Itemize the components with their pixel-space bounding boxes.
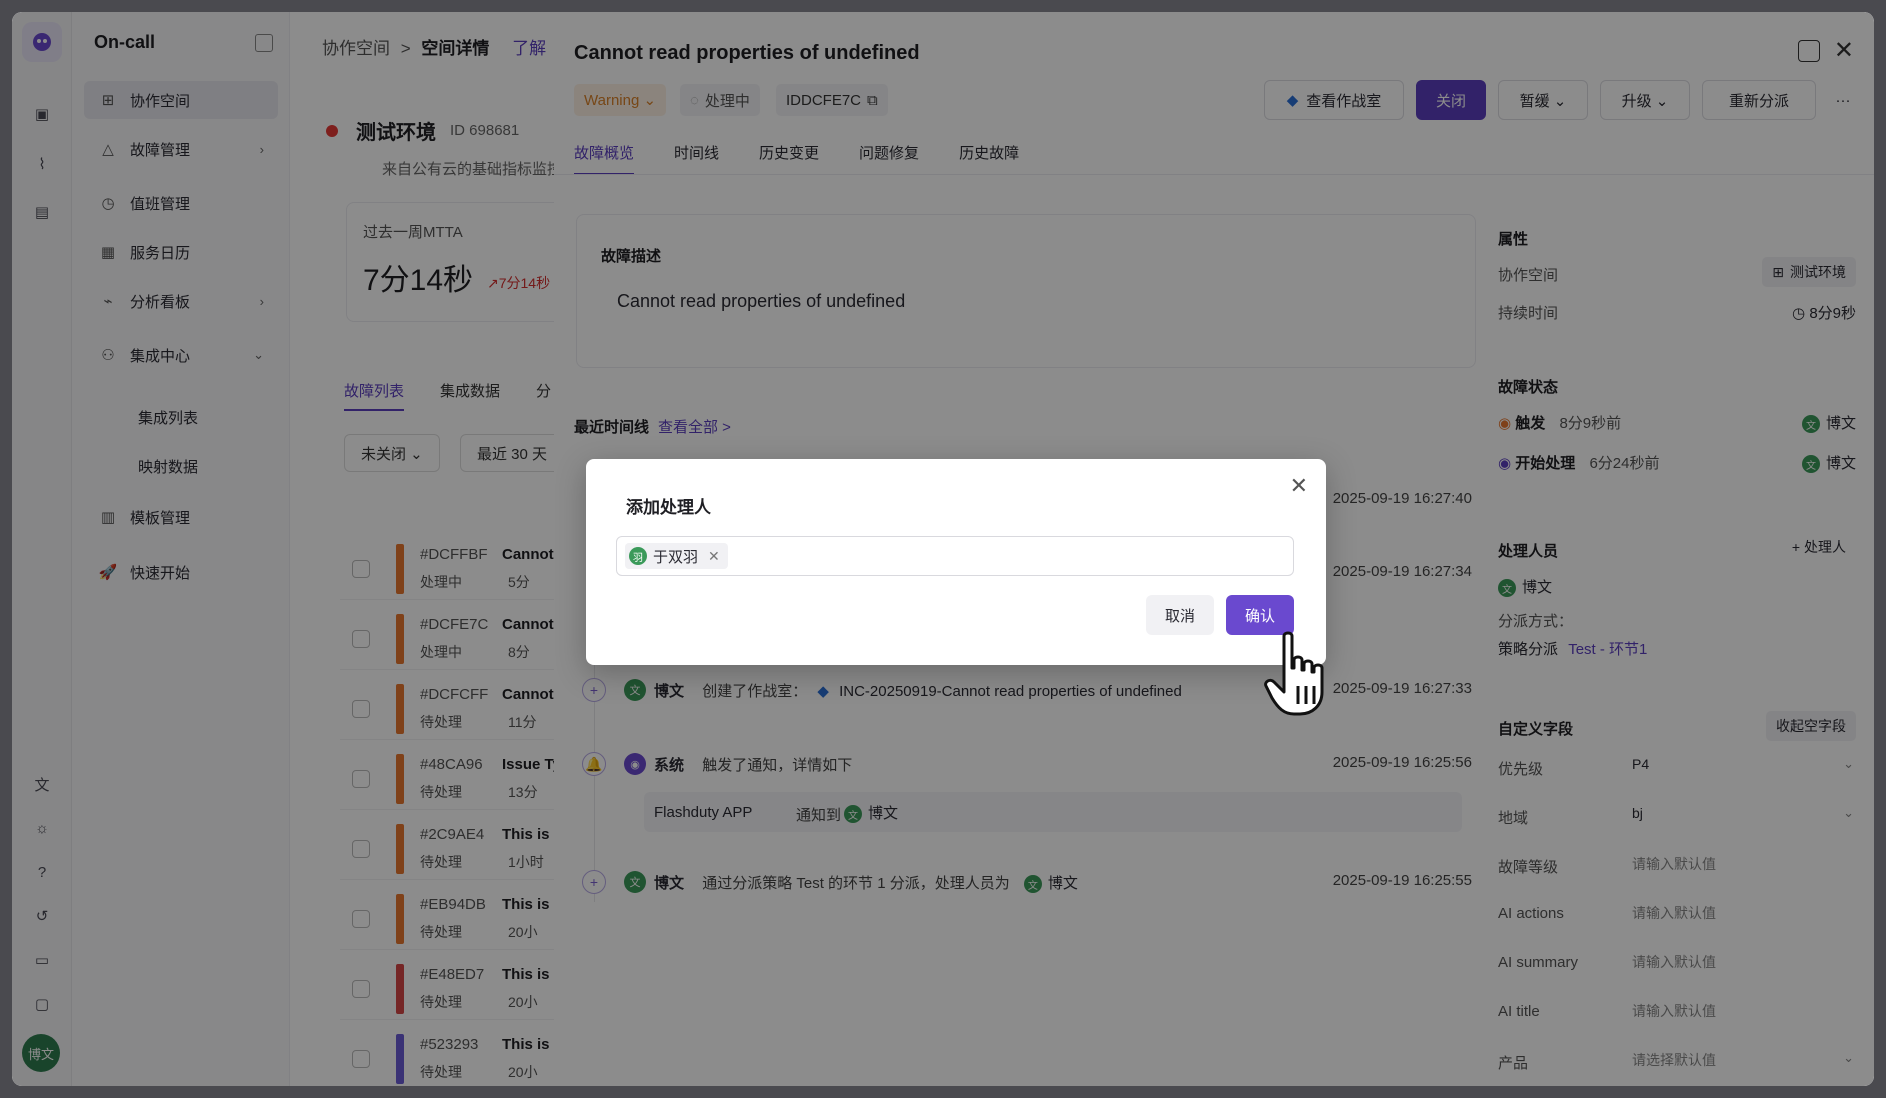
confirm-button[interactable]: 确认 (1226, 595, 1294, 635)
selected-handler-chip: 羽 于双羽 ✕ (625, 543, 728, 569)
cancel-button[interactable]: 取消 (1146, 595, 1214, 635)
avatar: 羽 (629, 547, 647, 565)
page-overlay (12, 12, 554, 1086)
remove-chip-icon[interactable]: ✕ (708, 548, 720, 565)
hand-cursor-icon (1264, 631, 1324, 716)
chip-label: 于双羽 (653, 548, 699, 566)
add-handler-modal: 添加处理人 ✕ 羽 于双羽 ✕ 取消 确认 (586, 459, 1326, 665)
modal-title: 添加处理人 (626, 498, 711, 517)
app-window: ▣ ⌇ ▤ 文 ☼ ? ↺ ▭ ▢ On-call ⊞ 协作空间 △ 故障管理 … (12, 12, 1874, 1086)
handler-select-input[interactable]: 羽 于双羽 ✕ (616, 536, 1294, 576)
close-icon[interactable]: ✕ (1290, 473, 1308, 499)
